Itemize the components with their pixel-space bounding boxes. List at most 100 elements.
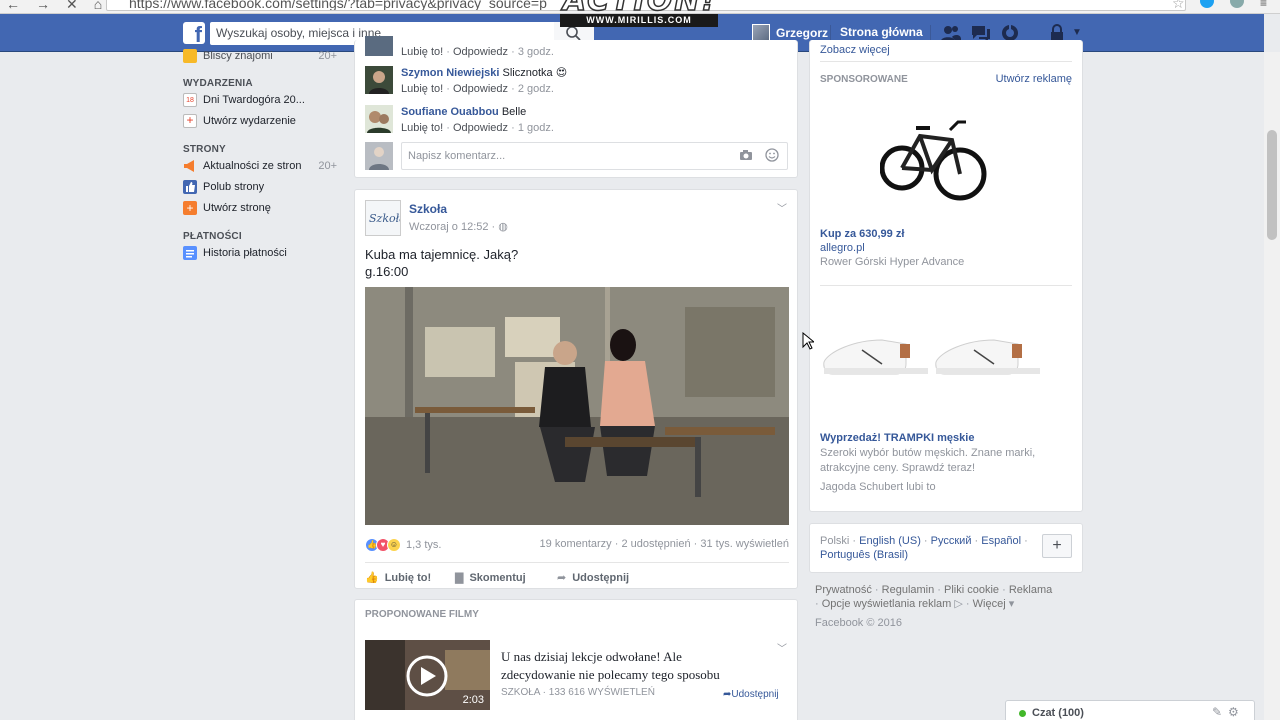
suggested-video-title[interactable]: U nas dzisiaj lekcje odwołane! Ale zdecy… xyxy=(501,648,741,684)
footer-link-more[interactable]: Więcej xyxy=(973,598,1006,610)
comment-button[interactable]: ▇ Skomentuj xyxy=(455,571,526,585)
scrollbar-thumb[interactable] xyxy=(1267,130,1277,240)
language-option[interactable]: Português (Brasil) xyxy=(820,549,908,561)
recorder-watermark: ACTION! WWW.MIRILLIS.COM xyxy=(560,0,720,28)
globe-icon: ◍ xyxy=(498,221,508,233)
comment-author[interactable]: Soufiane Ouabbou xyxy=(401,106,499,118)
ad-headline[interactable]: Kup za 630,99 zł xyxy=(820,228,904,240)
comment-time: 3 godz. xyxy=(517,46,554,58)
ad-headline[interactable]: Wyprzedaż! TRAMPKI męskie xyxy=(820,432,974,444)
share-button-label: Udostępnij xyxy=(572,571,630,584)
comment-input[interactable]: Napisz komentarz... xyxy=(401,142,788,170)
sidebar-item-label: Aktualności ze stron xyxy=(203,160,302,172)
language-option[interactable]: Español xyxy=(981,535,1021,547)
sidebar-item-count: 20+ xyxy=(318,50,337,62)
reactions-summary[interactable]: 👍 ♥ ☺ 1,3 tys. xyxy=(365,538,441,552)
browser-menu-icon[interactable]: ≡ xyxy=(1260,0,1267,10)
sidebar-item-pages-feed[interactable]: Aktualności ze stron 20+ xyxy=(183,158,343,174)
comment-text: Belle xyxy=(501,106,527,118)
post-time[interactable]: Wczoraj o 12:52 · ◍ xyxy=(409,220,508,233)
sponsored-card: Zobacz więcej SPONSOROWANE Utwórz reklam… xyxy=(809,40,1083,512)
page-avatar[interactable]: Szkoła xyxy=(365,200,406,236)
comment-body: Szymon Niewiejski Slicznotka 😍 xyxy=(401,66,567,80)
new-message-icon[interactable]: ✎ xyxy=(1212,705,1222,719)
divider xyxy=(820,285,1072,286)
ad-image-sneakers[interactable] xyxy=(822,330,1047,383)
suggested-share-link[interactable]: ➦Udostępnij xyxy=(723,689,779,700)
facebook-logo-icon[interactable]: f xyxy=(183,22,205,44)
watermark-site: WWW.MIRILLIS.COM xyxy=(560,14,718,27)
browser-nav-buttons[interactable]: ←→✕⌂ xyxy=(6,0,118,13)
sidebar-item-label: Utwórz wydarzenie xyxy=(203,115,296,127)
extension-skype-icon[interactable] xyxy=(1200,0,1214,8)
create-event-icon: + xyxy=(183,114,197,128)
reaction-count: 1,3 tys. xyxy=(406,539,442,551)
post-author[interactable]: Szkoła xyxy=(409,202,447,216)
sidebar-item-payment-history[interactable]: Historia płatności xyxy=(183,245,343,261)
comment-author[interactable]: Szymon Niewiejski xyxy=(401,67,499,79)
avatar[interactable] xyxy=(365,105,393,133)
sidebar-item-create-event[interactable]: + Utwórz wydarzenie xyxy=(183,113,343,129)
sidebar-item-close-friends[interactable]: Bliscy znajomi 20+ xyxy=(183,48,343,64)
avatar[interactable] xyxy=(365,36,393,56)
comment-like-link[interactable]: Lubię to! xyxy=(401,83,443,95)
suggested-videos-title: PROPONOWANE FILMY xyxy=(365,609,479,620)
see-more-link[interactable]: Zobacz więcej xyxy=(820,44,890,56)
comment-reply-link[interactable]: Odpowiedz xyxy=(453,83,508,95)
megaphone-icon xyxy=(183,159,197,173)
sponsored-title: SPONSOROWANE xyxy=(820,74,908,85)
chat-bar[interactable]: Czat (100) ✎ ⚙ xyxy=(1005,700,1255,720)
post-video[interactable] xyxy=(365,287,789,525)
copyright: Facebook © 2016 xyxy=(815,617,902,629)
comment-reply-link[interactable]: Odpowiedz xyxy=(453,46,508,58)
extension-icon[interactable] xyxy=(1230,0,1244,8)
sidebar-item-event-dni-twardogora[interactable]: 18 Dni Twardogóra 20... xyxy=(183,92,343,108)
footer-link-privacy[interactable]: Prywatność xyxy=(815,584,872,596)
chevron-down-icon: ▾ xyxy=(1005,598,1015,610)
language-option[interactable]: English (US) xyxy=(859,535,921,547)
comment-text: Slicznotka xyxy=(502,67,553,79)
more-languages-button[interactable]: + xyxy=(1042,534,1072,558)
comment-button-label: Skomentuj xyxy=(469,571,526,584)
suggested-options-chevron-icon[interactable]: ﹀ xyxy=(777,640,787,655)
footer-link-ad-choices[interactable]: Opcje wyświetlania reklam xyxy=(822,598,952,610)
star-friends-icon xyxy=(183,49,197,63)
emoji-icon[interactable] xyxy=(765,148,779,165)
profile-name: Grzegorz xyxy=(776,26,829,40)
post-options-chevron-icon[interactable]: ﹀ xyxy=(777,200,787,215)
avatar[interactable] xyxy=(365,66,393,94)
footer-link-advertising[interactable]: Reklama xyxy=(1009,584,1052,596)
like-button[interactable]: 👍 Lubię to! xyxy=(365,571,431,585)
create-page-icon: + xyxy=(183,201,197,215)
sidebar-item-count: 20+ xyxy=(318,160,337,172)
ad-image-bicycle[interactable] xyxy=(879,106,990,209)
sidebar-item-create-page[interactable]: + Utwórz stronę xyxy=(183,200,343,216)
sidebar-item-like-pages[interactable]: Polub strony xyxy=(183,179,343,195)
divider xyxy=(930,25,931,41)
language-option[interactable]: Русский xyxy=(931,535,972,547)
sidebar-item-label: Utwórz stronę xyxy=(203,202,271,214)
sidebar-section-title: STRONY xyxy=(183,144,226,155)
comment-reply-link[interactable]: Odpowiedz xyxy=(453,122,508,134)
suggested-share-label: Udostępnij xyxy=(731,689,779,700)
post-text: Kuba ma tajemnicę. Jaką? g.16:00 xyxy=(365,247,519,279)
ad-description: Szeroki wybór butów męskich. Znane marki… xyxy=(820,447,1036,474)
page-avatar-text: Szkoła xyxy=(369,212,400,225)
comment-like-link[interactable]: Lubię to! xyxy=(401,46,443,58)
create-ad-link[interactable]: Utwórz reklamę xyxy=(996,73,1072,85)
gear-icon[interactable]: ⚙ xyxy=(1228,705,1239,719)
like-page-icon xyxy=(183,180,197,194)
footer-link-terms[interactable]: Regulamin xyxy=(882,584,935,596)
share-button[interactable]: ➦ Udostępnij xyxy=(557,571,630,585)
share-arrow-icon: ➦ xyxy=(557,572,567,584)
post-engagement[interactable]: 19 komentarzy · 2 udostępnień · 31 tys. … xyxy=(540,538,789,550)
home-link[interactable]: Strona główna xyxy=(840,25,923,39)
comments-card: Lubię to! · Odpowiedz · 3 godz. Szymon N… xyxy=(354,36,798,178)
ad-domain[interactable]: allegro.pl xyxy=(820,242,865,254)
suggested-video-thumbnail[interactable]: 2:03 xyxy=(365,640,490,710)
bookmark-star-icon[interactable]: ☆ xyxy=(1172,0,1185,12)
comment-like-link[interactable]: Lubię to! xyxy=(401,122,443,134)
page-scrollbar[interactable] xyxy=(1264,52,1280,720)
camera-icon[interactable] xyxy=(739,148,753,165)
footer-link-cookies[interactable]: Pliki cookie xyxy=(944,584,999,596)
